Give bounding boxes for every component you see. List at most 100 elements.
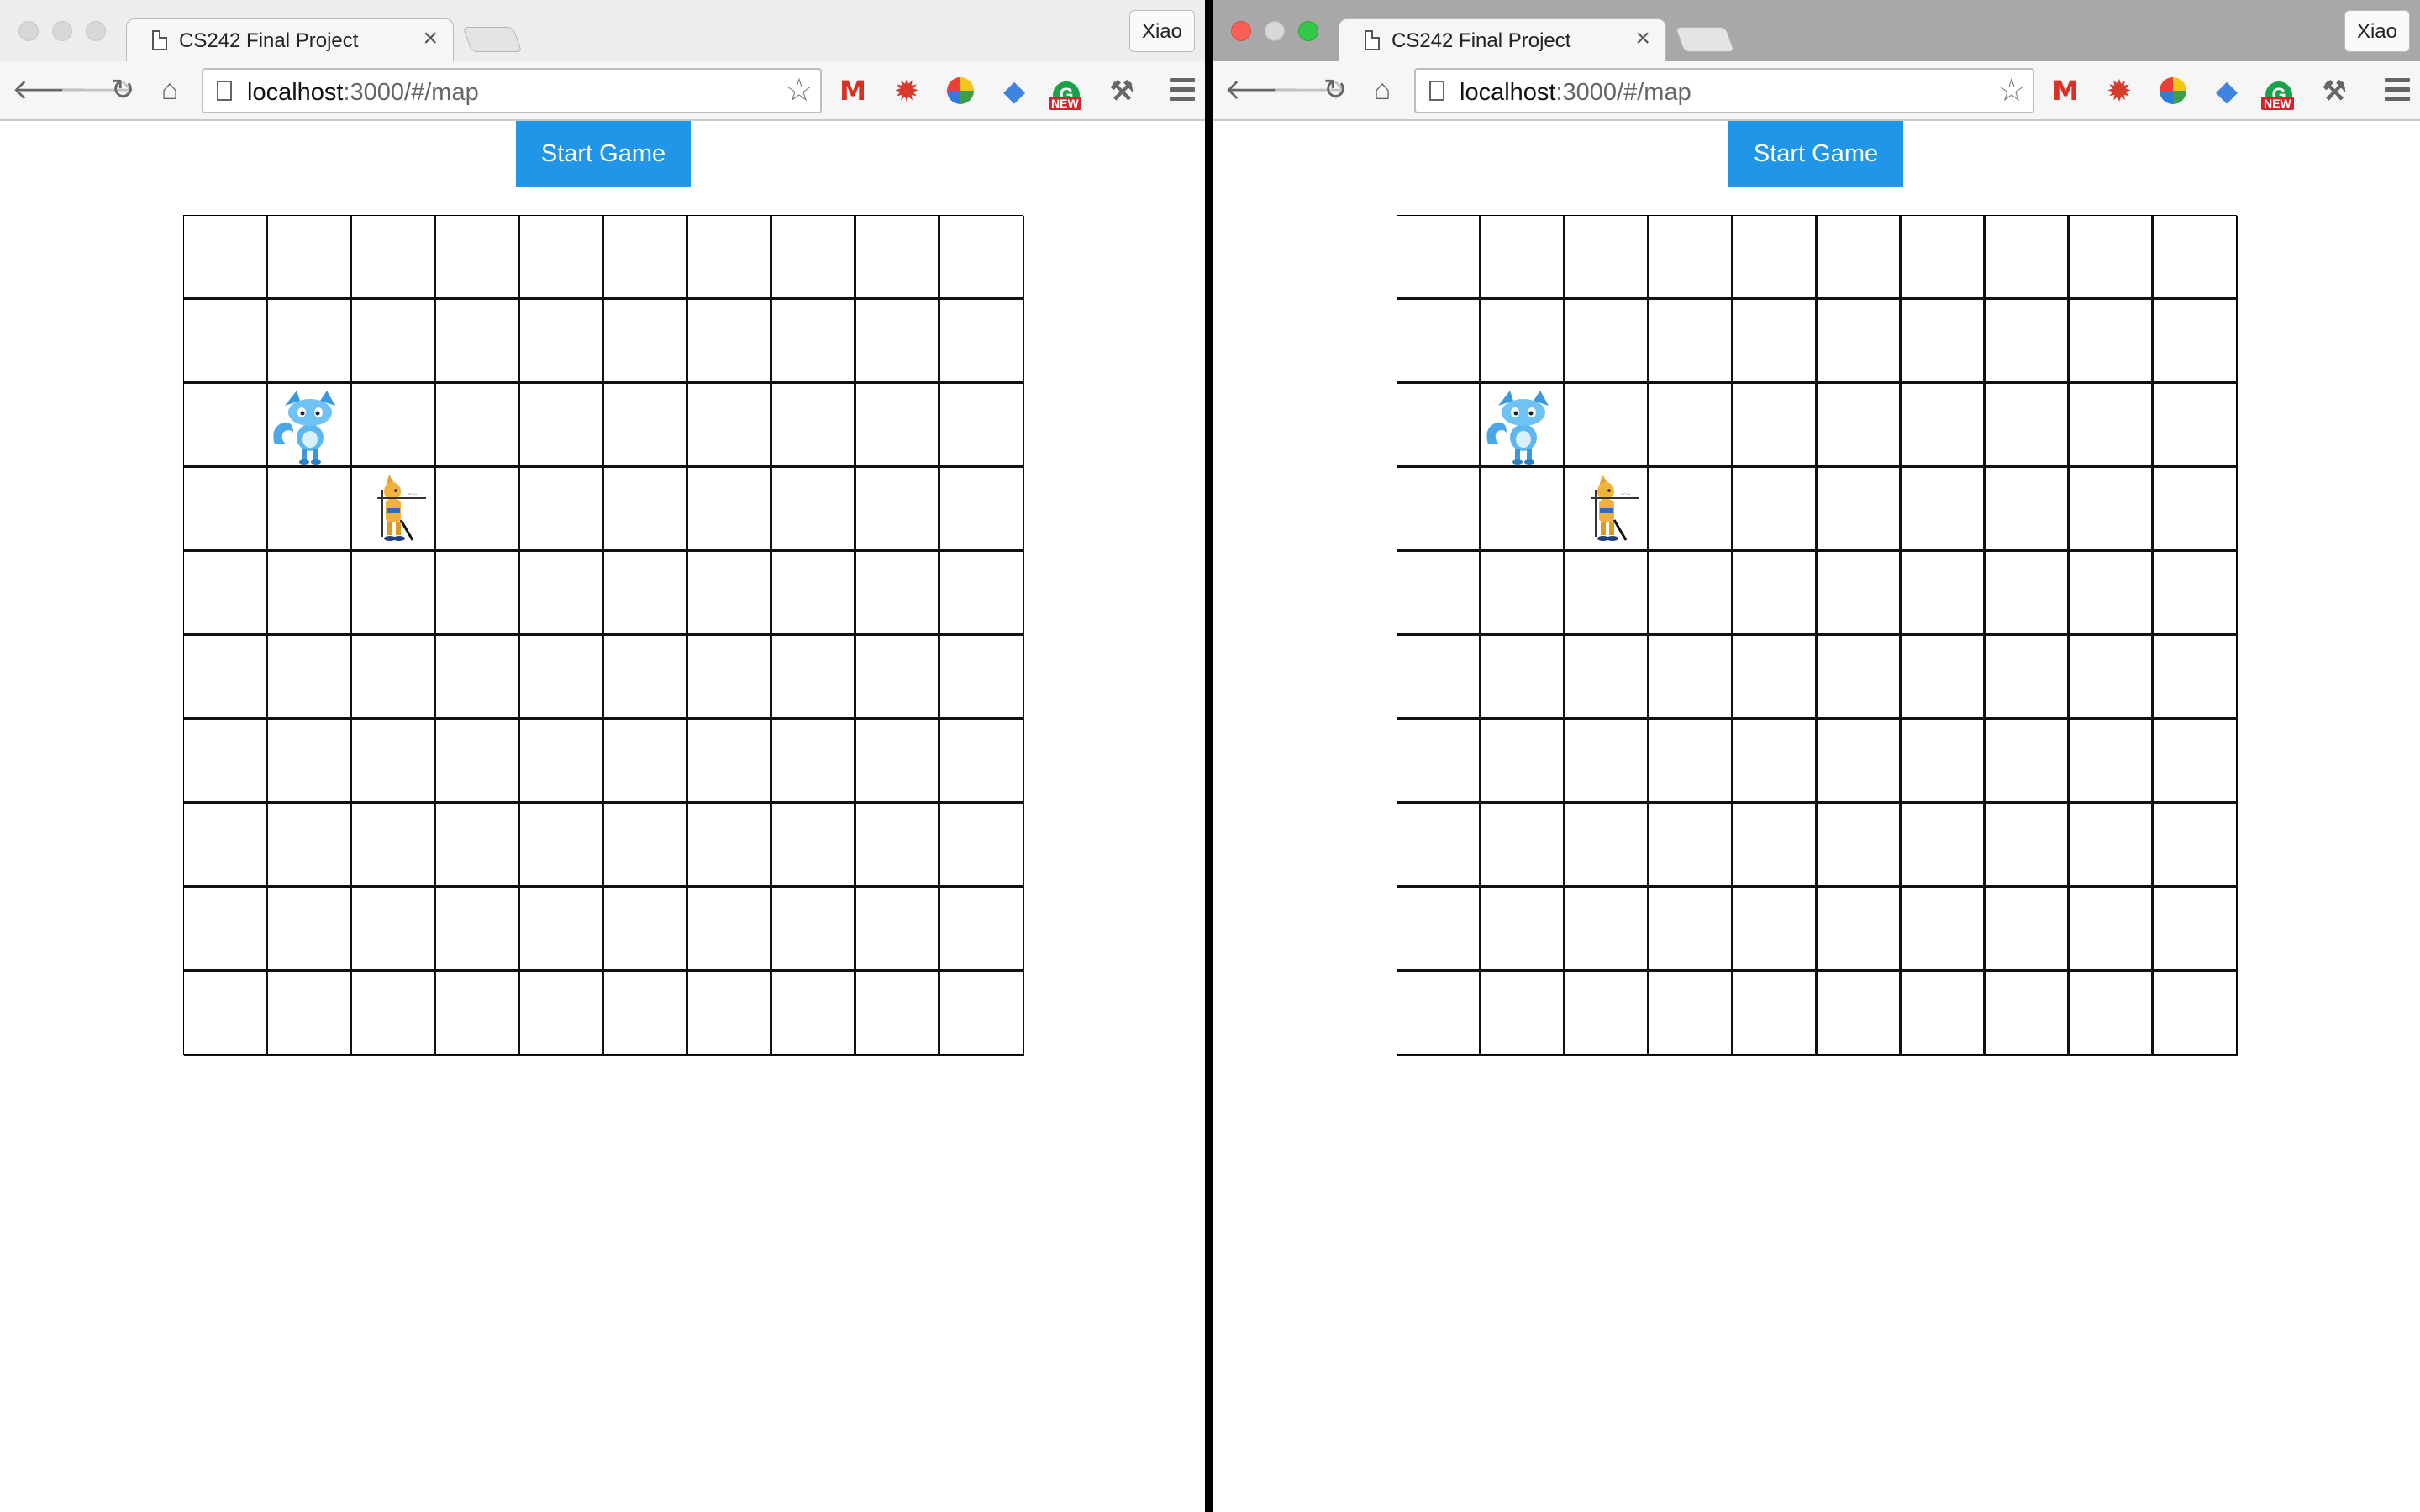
new-tab-button[interactable] (1675, 27, 1735, 52)
grid-cell[interactable] (1733, 552, 1818, 636)
grid-cell[interactable] (940, 804, 1024, 888)
grid-cell[interactable] (436, 804, 520, 888)
grid-cell[interactable] (268, 300, 352, 384)
forward-arrow-icon[interactable]: 🡒 (1271, 73, 1348, 107)
back-arrow-icon[interactable]: 🡐 (12, 73, 88, 107)
window-close-button[interactable] (1231, 21, 1251, 41)
grid-cell[interactable] (604, 636, 688, 720)
grid-cell[interactable] (688, 468, 772, 552)
grid-cell[interactable] (268, 216, 352, 300)
gmail-icon[interactable]: M (837, 75, 869, 107)
address-url[interactable]: localhost:3000/#/map (1460, 79, 1691, 107)
grid-cell[interactable] (1397, 720, 1481, 804)
grid-cell[interactable] (2154, 216, 2238, 300)
grid-cell[interactable] (2070, 720, 2154, 804)
grid-cell[interactable] (2154, 888, 2238, 972)
grid-cell[interactable] (688, 300, 772, 384)
blue-fox-character[interactable] (268, 384, 352, 468)
grid-cell[interactable] (604, 720, 688, 804)
grid-cell[interactable] (940, 720, 1024, 804)
grid-cell[interactable] (1481, 552, 1565, 636)
grid-cell[interactable] (352, 384, 436, 468)
checkmark-disc-icon[interactable] (944, 75, 976, 107)
grid-cell[interactable] (1986, 384, 2070, 468)
grid-cell[interactable] (856, 552, 940, 636)
grid-cell[interactable] (2070, 552, 2154, 636)
grid-cell[interactable] (856, 972, 940, 1056)
grid-cell[interactable] (940, 888, 1024, 972)
grid-cell[interactable] (352, 552, 436, 636)
grid-cell[interactable] (1986, 720, 2070, 804)
grid-cell[interactable] (604, 216, 688, 300)
grid-cell[interactable] (772, 636, 856, 720)
grid-cell[interactable]: ~·-- (1565, 468, 1649, 552)
grid-cell[interactable] (1565, 552, 1649, 636)
grid-cell[interactable] (184, 972, 268, 1056)
grid-cell[interactable] (352, 888, 436, 972)
grid-cell[interactable] (2154, 720, 2238, 804)
window-minimize-button[interactable] (52, 21, 72, 41)
grid-cell[interactable] (184, 804, 268, 888)
grid-cell[interactable] (1986, 468, 2070, 552)
grid-cell[interactable] (268, 384, 352, 468)
grammarly-icon[interactable]: G NEW (2261, 75, 2295, 110)
grid-cell[interactable] (688, 384, 772, 468)
grid-cell[interactable] (1397, 552, 1481, 636)
grid-cell[interactable] (1986, 636, 2070, 720)
grid-cell[interactable] (436, 384, 520, 468)
checkmark-disc-icon[interactable] (2157, 75, 2189, 107)
graduation-cap-icon[interactable]: ◆ (998, 75, 1030, 107)
grid-cell[interactable] (268, 972, 352, 1056)
grid-cell[interactable] (2154, 804, 2238, 888)
grid-cell[interactable] (1818, 468, 1902, 552)
grid-cell[interactable] (856, 384, 940, 468)
grid-cell[interactable] (1397, 300, 1481, 384)
new-tab-button[interactable] (462, 27, 523, 52)
forward-arrow-icon[interactable]: 🡒 (59, 73, 135, 107)
grid-cell[interactable] (1733, 888, 1818, 972)
grid-cell[interactable] (1481, 216, 1565, 300)
profile-button[interactable]: Xiao (1128, 10, 1195, 52)
grid-cell[interactable] (1565, 384, 1649, 468)
grid-cell[interactable] (1818, 384, 1902, 468)
start-game-button[interactable]: Start Game (516, 121, 691, 187)
grid-cell[interactable] (1565, 972, 1649, 1056)
grid-cell[interactable] (436, 300, 520, 384)
grid-cell[interactable] (520, 384, 604, 468)
gmail-icon[interactable]: M (2049, 75, 2081, 107)
grid-cell[interactable] (604, 384, 688, 468)
grid-cell[interactable] (772, 384, 856, 468)
grid-cell[interactable] (2070, 468, 2154, 552)
grid-cell[interactable] (1397, 468, 1481, 552)
grid-cell[interactable] (856, 804, 940, 888)
address-bar[interactable]: localhost:3000/#/map ☆ (1414, 68, 2034, 113)
grid-cell[interactable] (772, 720, 856, 804)
grid-cell[interactable] (688, 804, 772, 888)
grid-cell[interactable] (1733, 804, 1818, 888)
grid-cell[interactable] (856, 720, 940, 804)
grid-cell[interactable] (352, 636, 436, 720)
start-game-button[interactable]: Start Game (1728, 121, 1903, 187)
grid-cell[interactable] (1397, 384, 1481, 468)
tool-icon[interactable]: ⚒ (2318, 75, 2350, 107)
grid-cell[interactable] (2154, 636, 2238, 720)
grid-cell[interactable] (436, 468, 520, 552)
grid-cell[interactable] (856, 216, 940, 300)
grid-cell[interactable] (940, 636, 1024, 720)
grid-cell[interactable] (1902, 300, 1986, 384)
grid-cell[interactable] (940, 552, 1024, 636)
grid-cell[interactable] (2154, 552, 2238, 636)
grid-cell[interactable] (520, 888, 604, 972)
grid-cell[interactable] (2154, 468, 2238, 552)
grid-cell[interactable] (1733, 468, 1818, 552)
grid-cell[interactable] (1481, 636, 1565, 720)
tab-close-icon[interactable]: × (423, 26, 438, 51)
grid-cell[interactable] (1818, 972, 1902, 1056)
grid-cell[interactable]: ~·-- (352, 468, 436, 552)
burst-icon[interactable]: ✹ (2103, 75, 2135, 107)
grid-cell[interactable] (1565, 216, 1649, 300)
grid-cell[interactable] (1649, 216, 1733, 300)
grid-cell[interactable] (772, 972, 856, 1056)
grid-cell[interactable] (1986, 804, 2070, 888)
bookmark-star-icon[interactable]: ☆ (1997, 71, 2026, 109)
